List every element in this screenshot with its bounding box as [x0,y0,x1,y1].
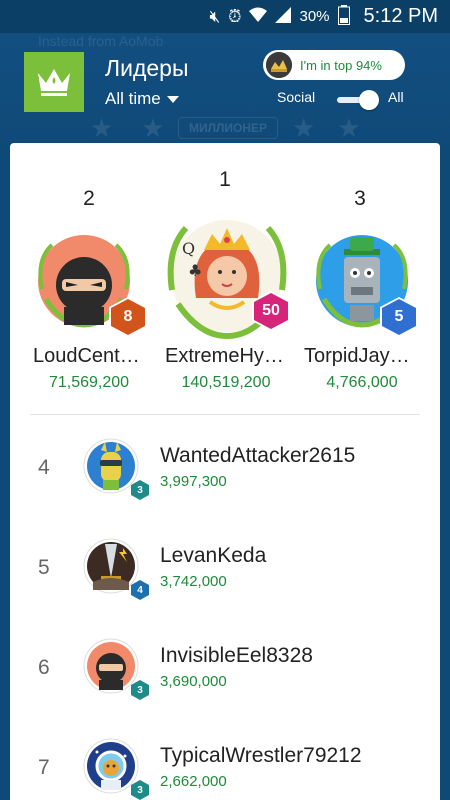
list-item[interactable]: 5 4 LevanKeda 3,742,000 [10,528,440,628]
player-name: TorpidJay… [304,345,410,367]
player-score: 3,997,300 [160,473,227,490]
player-score: 3,690,000 [160,673,227,690]
player-score: 3,742,000 [160,573,227,590]
social-label: Social [277,89,316,105]
clock: 5:12 PM [363,5,438,27]
wifi-icon [249,7,268,26]
divider [30,414,420,415]
page-title: Лидеры [105,55,189,81]
player-score: 2,662,000 [160,773,227,790]
list-item[interactable]: 7 3 TypicalWrestler79212 2,662,000 [10,728,440,800]
row-rank: 4 [38,456,50,479]
podium-rank: 3 [354,187,366,210]
svg-text:Q: Q [182,239,195,258]
top-percent-badge[interactable]: I'm in top 94% [263,50,405,80]
list-item[interactable]: 6 3 InvisibleEel8328 3,690,000 [10,628,440,728]
decor-stars: ★★ [292,113,383,143]
mute-icon: 🔇︎ [209,7,221,26]
battery-icon [337,5,350,28]
header-watermark: Instead from AoMob [38,33,164,49]
podium-rank: 1 [219,168,231,191]
toggle-knob [359,90,379,110]
player-name: LoudCent… [33,345,140,367]
player-score: 140,519,200 [181,374,271,391]
leaderboard-card: 2 8 LoudCent… 71,569,200 1 Q ♣ 50 Extrem… [10,143,440,800]
row-rank: 7 [38,756,50,779]
caret-down-icon [166,95,179,103]
list-item[interactable]: 4 3 WantedAttacker2615 3,997,300 [10,428,440,528]
player-score: 71,569,200 [48,374,130,391]
period-dropdown[interactable]: All time [105,89,179,109]
row-rank: 5 [38,556,50,579]
period-label: All time [105,89,161,108]
user-avatar [266,52,292,78]
player-name: WantedAttacker2615 [160,444,356,467]
player-name: InvisibleEel8328 [160,644,313,667]
header: Instead from AoMob ★★ ★★ МИЛЛИОНЕР Лидер… [0,33,450,143]
podium-rank: 2 [83,187,95,210]
row-rank: 6 [38,656,50,679]
player-name: LevanKeda [160,544,267,567]
alarm-icon: ⏰︎ [228,7,242,26]
llama-avatar [83,438,139,494]
all-label: All [388,89,404,105]
battery-percent: 30% [299,8,330,25]
ninja-avatar [83,638,139,694]
social-all-toggle[interactable] [337,89,379,111]
svg-text:♣: ♣ [188,261,202,280]
status-bar: 🔇︎ ⏰︎ 30% 5:12 PM [0,0,450,33]
signal-icon [275,7,292,26]
player-name: ExtremeHy… [165,345,284,367]
sword-avatar [83,538,139,594]
astronaut-avatar [83,738,139,794]
decor-banner: МИЛЛИОНЕР [178,117,278,139]
player-score: 4,766,000 [326,374,398,391]
top-percent-text: I'm in top 94% [300,57,382,73]
player-name: TypicalWrestler79212 [160,744,362,767]
crown-logo-icon[interactable] [24,52,84,112]
